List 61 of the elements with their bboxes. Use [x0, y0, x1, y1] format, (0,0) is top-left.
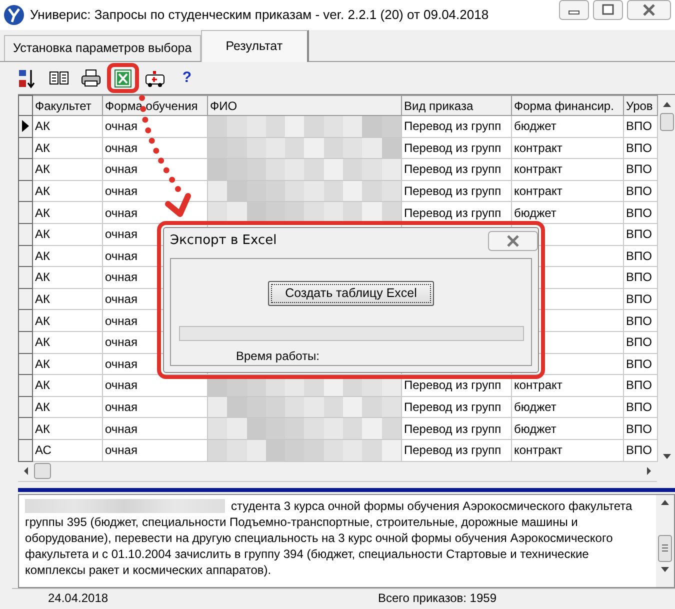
table-cell: АК	[32, 331, 102, 354]
table-cell: Перевод из групп	[402, 396, 512, 418]
row-indicator[interactable]	[18, 116, 32, 138]
table-cell: очная	[102, 180, 208, 202]
status-date: 24.04.2018	[48, 590, 110, 607]
table-cell: бюджет	[512, 396, 624, 418]
help-button[interactable]: ?	[174, 66, 200, 90]
table-cell: Перевод из групп	[402, 180, 512, 202]
minimize-button[interactable]	[559, 0, 589, 20]
app-icon	[4, 5, 24, 25]
table-cell: АК	[32, 396, 102, 418]
table-cell: контракт	[512, 439, 624, 461]
scrollbar-left-icon[interactable]	[22, 463, 52, 479]
table-cell: АК	[32, 116, 102, 138]
table-cell: Перевод из групп	[402, 158, 512, 180]
create-excel-button[interactable]: Создать таблицу Excel	[268, 281, 434, 306]
column-header[interactable]: Форма финансир.	[512, 96, 624, 116]
table-cell: Перевод из групп	[402, 137, 512, 159]
spreadsheet-icon[interactable]	[112, 68, 134, 88]
tab[interactable]: Установка параметров выбора	[4, 35, 201, 61]
table-cell: АК	[32, 202, 102, 224]
table-cell: контракт	[512, 158, 624, 180]
table-cell: АК	[32, 158, 102, 180]
printer-icon[interactable]	[80, 68, 102, 88]
table-cell: очная	[102, 418, 208, 440]
table-cell: Перевод из групп	[402, 116, 512, 138]
table-cell: АК	[32, 245, 102, 267]
column-header[interactable]: ФИО	[208, 96, 402, 116]
table-cell: бюджет	[512, 116, 624, 138]
table-cell: контракт	[512, 137, 624, 159]
status-total: Всего приказов: 1959	[378, 590, 497, 607]
column-header[interactable]: Форма обучения	[102, 96, 208, 116]
grid-corner	[18, 96, 32, 116]
window-title: Универис: Запросы по студенческим приказам - ver. 2.2.1 (20) от 09.04.2018	[30, 6, 489, 24]
table-cell: АК	[32, 137, 102, 159]
table-cell: АК	[32, 288, 102, 310]
table-cell: АК	[32, 418, 102, 440]
table-cell: очная	[102, 158, 208, 180]
table-cell: очная	[102, 439, 208, 461]
table-cell: Перевод из групп	[402, 439, 512, 461]
table-cell: Перевод из групп	[402, 418, 512, 440]
column-header[interactable]: Вид приказа	[402, 96, 512, 116]
table-cell: АК	[32, 374, 102, 396]
table-cell: АК	[32, 223, 102, 246]
column-header[interactable]: Факультет	[32, 96, 102, 116]
table-cell: АК	[32, 353, 102, 375]
close-button[interactable]	[488, 231, 538, 251]
table-cell: АК	[32, 180, 102, 202]
maximize-button[interactable]	[593, 0, 623, 20]
elapsed-label: Время работы:	[236, 348, 320, 365]
column-header[interactable]: Уров	[624, 96, 658, 116]
table-cell: АК	[32, 266, 102, 288]
table-cell: контракт	[512, 180, 624, 202]
table-cell: очная	[102, 137, 208, 159]
table-cell: АК	[32, 310, 102, 332]
table-cell: бюджет	[512, 418, 624, 440]
tab[interactable]: Результат	[200, 30, 309, 62]
table-cell: АС	[32, 439, 102, 461]
table-cell: очная	[102, 396, 208, 418]
close-button[interactable]	[627, 0, 671, 20]
table-cell: очная	[102, 116, 208, 138]
